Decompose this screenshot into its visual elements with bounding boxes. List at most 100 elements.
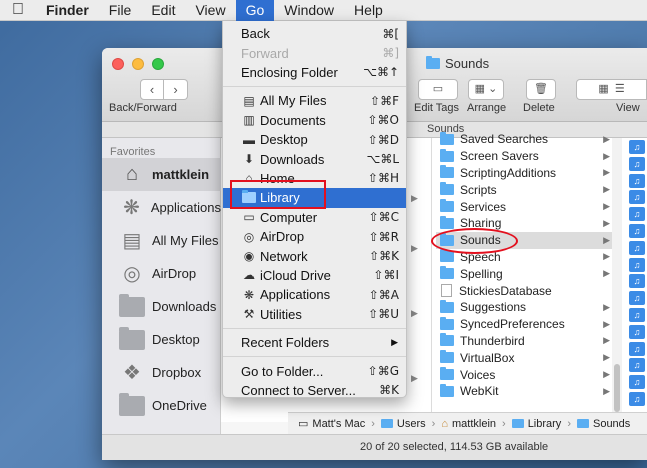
sidebar-item-downloads[interactable]: Downloads — [102, 290, 221, 323]
list-item[interactable]: Thunderbird ▶ — [436, 333, 612, 350]
menu-item-label: Computer — [260, 209, 318, 225]
menu-item-network[interactable]: ◉ Network ⇧⌘K — [223, 246, 406, 265]
menu-item-go-to-folder[interactable]: Go to Folder... ⇧⌘G — [223, 361, 406, 380]
menu-item-applications[interactable]: ❋ Applications ⇧⌘A — [223, 285, 406, 304]
back-button[interactable]: ‹ — [140, 79, 164, 100]
edit-tags-button[interactable]: ▭ — [418, 79, 458, 100]
sound-file-icon[interactable]: ♫ — [629, 274, 645, 289]
menu-item-label: Recent Folders — [241, 335, 330, 351]
menu-item-downloads[interactable]: ⬇ Downloads ⌥⌘L — [223, 149, 406, 168]
sound-file-icon[interactable]: ♫ — [629, 224, 645, 238]
menu-separator — [223, 86, 406, 88]
folder-icon — [440, 249, 454, 263]
menu-item-utilities[interactable]: ⚒ Utilities ⇧⌘U — [223, 305, 406, 324]
list-item[interactable]: Scripts ▶ — [436, 181, 612, 198]
list-item-label: Spelling — [460, 266, 503, 281]
list-item[interactable]: WebKit ▶ — [436, 383, 612, 400]
sound-file-icon[interactable]: ♫ — [629, 173, 645, 188]
list-item-label: VirtualBox — [460, 350, 515, 365]
chevron-right-icon: ▶ — [603, 369, 610, 380]
scrollbar-thumb[interactable] — [614, 364, 620, 412]
menu-item-back[interactable]: Back ⌘[ — [223, 24, 406, 43]
sound-file-icon[interactable]: ♫ — [629, 140, 645, 154]
documents-icon: ▥ — [243, 113, 255, 128]
sound-file-icon[interactable]: ♫ — [629, 341, 645, 356]
sound-file-icon[interactable]: ♫ — [629, 358, 645, 373]
sidebar-item-onedrive[interactable]: OneDrive — [102, 389, 221, 422]
sound-file-icon[interactable]: ♫ — [629, 308, 645, 322]
path-segment[interactable]: Users — [380, 418, 426, 430]
sound-file-icon[interactable]: ♫ — [629, 392, 645, 406]
menu-item-label: Go to Folder... — [241, 363, 324, 379]
menu-window[interactable]: Window — [274, 0, 344, 21]
menu-file[interactable]: File — [99, 0, 142, 21]
menu-item-documents[interactable]: ▥ Documents ⇧⌘O — [223, 111, 406, 130]
view-label: View — [616, 102, 640, 114]
downloads-icon: ⬇ — [243, 152, 255, 167]
menu-item-all-my-files[interactable]: ▤ All My Files ⇧⌘F — [223, 91, 406, 110]
sound-file-icon[interactable]: ♫ — [629, 190, 645, 205]
zoom-button[interactable] — [152, 58, 164, 70]
list-item[interactable]: StickiesDatabase — [436, 282, 612, 299]
menu-go[interactable]: Go — [235, 0, 275, 21]
menu-item-label: AirDrop — [260, 229, 305, 245]
delete-button[interactable]: 🗑 — [526, 79, 556, 100]
sidebar-item-desktop[interactable]: Desktop — [102, 323, 221, 356]
sound-file-icon[interactable]: ♫ — [629, 291, 645, 306]
menu-item-computer[interactable]: ▭ Computer ⇧⌘C — [223, 208, 406, 227]
minimize-button[interactable] — [132, 58, 144, 70]
keyboard-shortcut: ⌥⌘L — [366, 152, 399, 167]
path-segment[interactable]: Library — [511, 418, 561, 430]
list-item-label: Thunderbird — [460, 333, 525, 348]
path-separator: › — [502, 417, 506, 430]
list-item-label: Saved Searches — [460, 132, 549, 147]
list-item[interactable]: Voices ▶ — [436, 366, 612, 383]
utilities-icon: ⚒ — [243, 307, 255, 322]
path-segment[interactable]: ⌂ mattklein — [441, 418, 496, 430]
keyboard-shortcut: ⇧⌘O — [367, 113, 400, 128]
column-divider[interactable] — [431, 138, 432, 422]
view-buttons[interactable]: ▦ ☰ — [576, 79, 647, 100]
keyboard-shortcut: ⇧⌘R — [368, 229, 399, 244]
chevron-right-icon: ▶ — [603, 318, 610, 329]
sidebar-item-applications[interactable]: ❋ Applications — [102, 191, 221, 224]
sidebar-item-mattklein[interactable]: ⌂ mattklein — [102, 158, 221, 191]
sidebar-item-airdrop[interactable]: ◎ AirDrop — [102, 257, 221, 290]
forward-button[interactable]: › — [164, 79, 188, 100]
sound-file-icon[interactable]: ♫ — [629, 375, 645, 390]
sidebar-item-dropbox[interactable]: ❖ Dropbox — [102, 356, 221, 389]
path-segment[interactable]: ▭ Matt's Mac — [298, 417, 365, 431]
folder-icon — [118, 326, 146, 352]
sidebar-item-all-my-files[interactable]: ▤ All My Files — [102, 224, 221, 257]
sound-file-icon[interactable]: ♫ — [629, 207, 645, 222]
sound-file-icon[interactable]: ♫ — [629, 257, 645, 272]
path-segment[interactable]: Sounds — [576, 418, 630, 430]
keyboard-shortcut: ⇧⌘H — [367, 171, 399, 186]
menu-item-desktop[interactable]: ▬ Desktop ⇧⌘D — [223, 130, 406, 149]
list-item[interactable]: Spelling ▶ — [436, 265, 612, 282]
list-item[interactable]: SyncedPreferences ▶ — [436, 316, 612, 333]
menu-finder[interactable]: Finder — [36, 0, 99, 21]
menu-item-icloud-drive[interactable]: ☁ iCloud Drive ⇧⌘I — [223, 266, 406, 285]
menu-edit[interactable]: Edit — [141, 0, 185, 21]
scrollbar[interactable] — [612, 138, 622, 422]
menu-item-connect-to-server[interactable]: Connect to Server... ⌘K — [223, 381, 406, 400]
menu-help[interactable]: Help — [344, 0, 393, 21]
list-item[interactable]: Services ▶ — [436, 198, 612, 215]
chevron-right-icon: ▶ — [603, 217, 610, 228]
sound-file-icon[interactable]: ♫ — [629, 240, 645, 255]
menu-item-airdrop[interactable]: ◎ AirDrop ⇧⌘R — [223, 227, 406, 246]
list-item[interactable]: Screen Savers ▶ — [436, 148, 612, 165]
list-item[interactable]: ScriptingAdditions ▶ — [436, 165, 612, 182]
list-item[interactable]: Suggestions ▶ — [436, 299, 612, 316]
menu-view[interactable]: View — [185, 0, 235, 21]
menu-item-enclosing-folder[interactable]: Enclosing Folder ⌥⌘↑ — [223, 63, 406, 82]
sound-file-icon[interactable]: ♫ — [629, 156, 645, 171]
arrange-button[interactable]: ▦ ⌄ — [468, 79, 504, 100]
close-button[interactable] — [112, 58, 124, 70]
list-item[interactable]: Saved Searches ▶ — [436, 131, 612, 148]
list-item[interactable]: VirtualBox ▶ — [436, 349, 612, 366]
sound-file-icon[interactable]: ♫ — [629, 324, 645, 339]
menu-item-recent-folders[interactable]: Recent Folders ▶ — [223, 333, 406, 352]
apple-icon[interactable]:  — [0, 1, 36, 19]
